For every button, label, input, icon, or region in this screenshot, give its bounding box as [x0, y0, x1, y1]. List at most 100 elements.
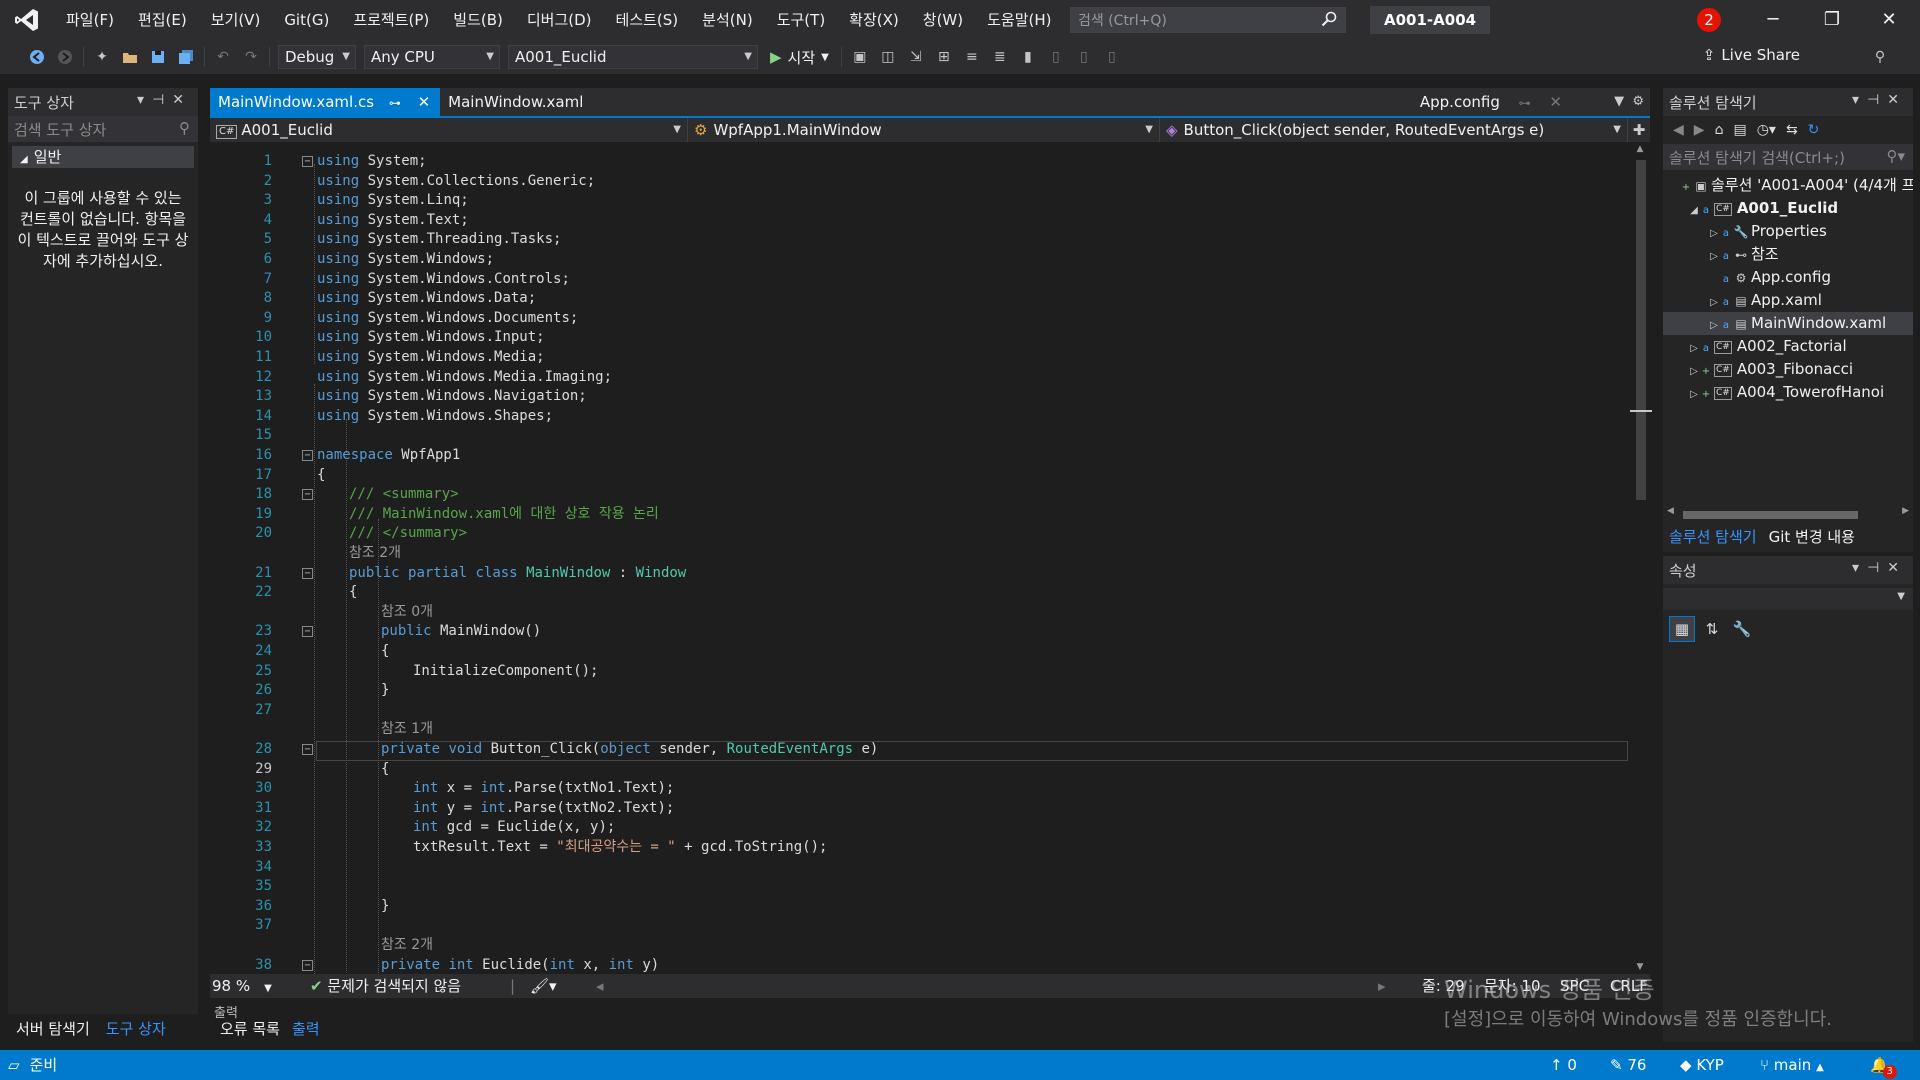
tab-solution-explorer[interactable]: 솔루션 탐색기: [1663, 524, 1763, 550]
browse-folder-icon[interactable]: ▣: [849, 46, 871, 68]
codelens-reference-count[interactable]: 참조 2개: [381, 936, 433, 956]
pin-icon[interactable]: ⊶: [389, 96, 401, 110]
close-icon[interactable]: ✕: [418, 93, 431, 111]
collapse-region-icon[interactable]: −: [302, 744, 313, 755]
solution-explorer-search-input[interactable]: 솔루션 탐색기 검색(Ctrl+;) ⚲▾: [1663, 144, 1913, 170]
tab-server-explorer[interactable]: 서버 탐색기: [8, 1016, 98, 1042]
search-input[interactable]: 검색 (Ctrl+Q): [1070, 7, 1346, 33]
tab-error-list[interactable]: 오류 목록: [214, 1016, 286, 1042]
undo-icon[interactable]: ↶: [212, 46, 234, 68]
open-folder-icon[interactable]: [119, 46, 141, 68]
push-commits-indicator[interactable]: ↑ 0: [1550, 1050, 1577, 1080]
redo-icon[interactable]: ↷: [240, 46, 262, 68]
gear-icon[interactable]: ⚙: [1632, 94, 1644, 109]
save-all-icon[interactable]: [175, 46, 197, 68]
split-editor-icon[interactable]: ✚: [1628, 118, 1650, 142]
tree-item[interactable]: ◢ a C# A001_Euclid: [1663, 197, 1913, 220]
menu-item-8[interactable]: 분석(N): [690, 0, 765, 40]
tab-git-changes[interactable]: Git 변경 내용: [1763, 524, 1861, 550]
panel-tools[interactable]: ▾⊣✕: [137, 92, 192, 108]
member-nav-dropdown[interactable]: ◈ Button_Click(object sender, RoutedEvent…: [1160, 118, 1628, 142]
tree-item[interactable]: ▷ a ⊷ 참조: [1663, 243, 1913, 266]
forward-icon[interactable]: ▶: [1694, 122, 1705, 138]
hscroll-right-icon[interactable]: ▸: [1378, 974, 1386, 998]
tab-mainwindow-xaml-cs[interactable]: MainWindow.xaml.cs ⊶ ✕: [210, 88, 441, 116]
pin-icon[interactable]: ⊶: [1519, 96, 1531, 110]
scrollbar-thumb[interactable]: [1683, 511, 1858, 519]
tree-item[interactable]: ▷ + C# A004_TowerofHanoi: [1663, 381, 1913, 404]
step-into-icon[interactable]: ⇲: [905, 46, 927, 68]
clear-bookmarks-icon[interactable]: ▯: [1101, 46, 1123, 68]
hot-reload-icon[interactable]: ⊞: [933, 46, 955, 68]
close-icon[interactable]: ✕: [1549, 93, 1562, 111]
tab-overflow-dropdown[interactable]: ▼ ⚙: [1614, 88, 1644, 116]
menu-item-12[interactable]: 도움말(H): [975, 0, 1063, 40]
sync-active-document-icon[interactable]: ⇆: [1786, 122, 1798, 138]
issues-indicator[interactable]: ✔ 문제가 검색되지 않음: [310, 974, 461, 998]
tree-item[interactable]: + ▣ 솔루션 'A001-A004' (4/4개 프로젝트): [1663, 174, 1913, 197]
branch-indicator[interactable]: ⑂ main ▲: [1760, 1050, 1824, 1080]
next-bookmark-icon[interactable]: ▯: [1073, 46, 1095, 68]
bookmark-icon[interactable]: ▮: [1017, 46, 1039, 68]
new-project-icon[interactable]: ✦: [91, 46, 113, 68]
menu-item-4[interactable]: 프로젝트(P): [341, 0, 441, 40]
properties-object-dropdown[interactable]: ▼: [1663, 588, 1913, 610]
hscroll-left-icon[interactable]: ◂: [596, 974, 604, 998]
menu-item-5[interactable]: 빌드(B): [441, 0, 515, 40]
categorized-icon[interactable]: ▦: [1669, 616, 1695, 642]
code-editor[interactable]: 1− using System; 2 using System.Collections…: [210, 144, 1630, 974]
notification-badge[interactable]: 2: [1697, 8, 1721, 32]
panel-tools[interactable]: ▾⊣✕: [1852, 560, 1907, 576]
editor-vertical-scrollbar[interactable]: ▲ ▼: [1630, 144, 1652, 974]
menu-item-3[interactable]: Git(G): [272, 0, 341, 40]
collapse-region-icon[interactable]: −: [302, 626, 313, 638]
platform-dropdown[interactable]: Any CPU ▼: [364, 45, 500, 69]
expand-triangle-icon[interactable]: ◢: [1687, 199, 1701, 222]
expand-triangle-icon[interactable]: ▷: [1707, 291, 1721, 314]
configuration-dropdown[interactable]: Debug ▼: [278, 45, 356, 69]
collapse-region-icon[interactable]: −: [302, 489, 313, 501]
menu-item-7[interactable]: 테스트(S): [604, 0, 691, 40]
scroll-left-icon[interactable]: ◀: [1667, 506, 1674, 516]
codelens-reference-count[interactable]: 참조 2개: [349, 544, 401, 564]
close-window-button[interactable]: ✕: [1862, 0, 1916, 40]
expand-triangle-icon[interactable]: ▷: [1707, 245, 1721, 268]
solution-explorer-horizontal-scrollbar[interactable]: ◀ ▶: [1663, 506, 1913, 522]
tab-toolbox[interactable]: 도구 상자: [98, 1016, 174, 1042]
pending-changes-filter-icon[interactable]: ◷▾: [1757, 122, 1776, 138]
back-icon[interactable]: ◀: [1673, 122, 1684, 138]
forward-icon[interactable]: [54, 46, 76, 68]
menu-item-10[interactable]: 확장(X): [837, 0, 911, 40]
live-share-button[interactable]: ⇪ Live Share: [1703, 46, 1800, 64]
tree-item[interactable]: ▷ + C# A003_Fibonacci: [1663, 358, 1913, 381]
panel-tools[interactable]: ▾⊣✕: [1852, 92, 1907, 108]
menu-item-2[interactable]: 보기(V): [199, 0, 273, 40]
expand-triangle-icon[interactable]: ▷: [1707, 314, 1721, 337]
prev-bookmark-icon[interactable]: ▯: [1045, 46, 1067, 68]
expand-triangle-icon[interactable]: ▷: [1707, 222, 1721, 245]
tab-output[interactable]: 출력: [286, 1016, 326, 1042]
notifications-indicator[interactable]: 🔔3: [1870, 1050, 1897, 1080]
code-cleanup-icon[interactable]: 🖌▾: [530, 974, 557, 998]
menu-item-11[interactable]: 창(W): [911, 0, 975, 40]
expand-triangle-icon[interactable]: ▷: [1687, 337, 1701, 360]
menu-item-1[interactable]: 편집(E): [126, 0, 199, 40]
start-button[interactable]: ▶ 시작 ▼: [770, 47, 829, 68]
type-nav-dropdown[interactable]: ⚙ WpfApp1.MainWindow ▼: [688, 118, 1160, 142]
home-icon[interactable]: ⌂: [1715, 122, 1724, 138]
expand-triangle-icon[interactable]: ▷: [1687, 383, 1701, 406]
minimize-button[interactable]: ─: [1746, 0, 1800, 40]
codelens-reference-count[interactable]: 참조 0개: [381, 603, 433, 623]
scroll-up-icon[interactable]: ▲: [1630, 144, 1650, 154]
property-pages-icon[interactable]: 🔧: [1729, 616, 1755, 642]
codelens-reference-count[interactable]: 참조 1개: [381, 720, 433, 740]
tree-item[interactable]: ▷ a C# A002_Factorial: [1663, 335, 1913, 358]
feedback-icon[interactable]: ⚲: [1869, 46, 1891, 68]
collapse-region-icon[interactable]: −: [302, 959, 313, 971]
tree-item[interactable]: a ⚙ App.config: [1663, 266, 1913, 289]
collapse-region-icon[interactable]: −: [302, 567, 313, 579]
menu-item-0[interactable]: 파일(F): [54, 0, 126, 40]
outdent-icon[interactable]: ≣: [989, 46, 1011, 68]
indent-icon[interactable]: ≡: [961, 46, 983, 68]
toolbox-group-general[interactable]: ◢ 일반: [12, 146, 194, 168]
